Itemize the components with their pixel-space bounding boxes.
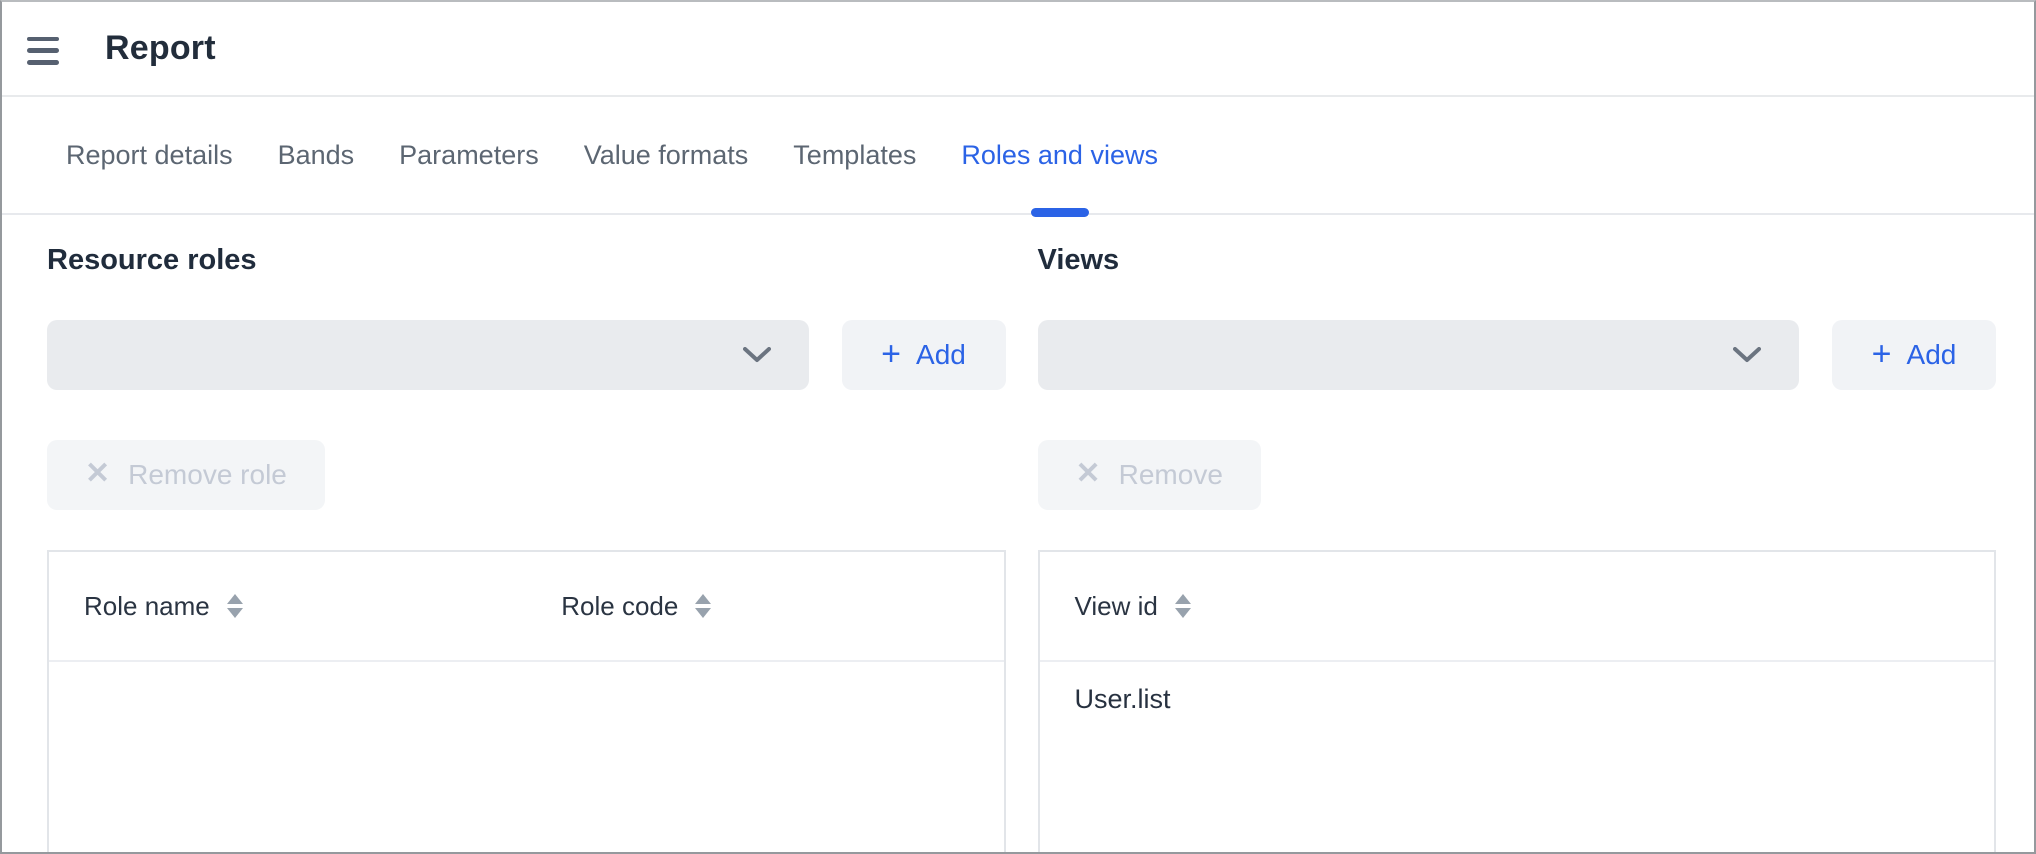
tab-bar: Report details Bands Parameters Value fo… xyxy=(2,97,2034,215)
views-title: Views xyxy=(1038,242,1997,278)
app-bar: Report xyxy=(2,2,2034,97)
resource-roles-title: Resource roles xyxy=(47,242,1006,278)
menu-icon[interactable] xyxy=(27,37,59,65)
view-remove-row: ✕ Remove xyxy=(1038,440,1997,510)
sort-icon[interactable] xyxy=(695,594,711,618)
view-combobox[interactable] xyxy=(1038,320,1800,390)
add-view-button[interactable]: + Add xyxy=(1832,320,1996,390)
tab-report-details[interactable]: Report details xyxy=(66,97,233,213)
sort-icon[interactable] xyxy=(1175,594,1191,618)
tab-bands[interactable]: Bands xyxy=(278,97,355,213)
role-remove-row: ✕ Remove role xyxy=(47,440,1006,510)
roles-table-header: Role name Role code xyxy=(49,552,1004,662)
page-title: Report xyxy=(105,29,216,68)
roles-and-views-panel: Resource roles + Add ✕ Remove role xyxy=(2,215,2034,854)
views-table-body: User.list xyxy=(1040,662,1995,736)
tab-value-formats[interactable]: Value formats xyxy=(584,97,749,213)
column-header-view-id[interactable]: View id xyxy=(1040,591,1995,622)
sort-icon[interactable] xyxy=(227,594,243,618)
resource-roles-section: Resource roles + Add ✕ Remove role xyxy=(47,242,1006,854)
remove-role-button[interactable]: ✕ Remove role xyxy=(47,440,325,510)
table-row[interactable]: User.list xyxy=(1040,662,1995,736)
add-role-button[interactable]: + Add xyxy=(842,320,1006,390)
plus-icon: + xyxy=(1872,337,1892,371)
role-combobox-input[interactable] xyxy=(47,320,809,390)
role-picker-row: + Add xyxy=(47,320,1006,390)
view-combobox-input[interactable] xyxy=(1038,320,1800,390)
column-header-role-name[interactable]: Role name xyxy=(49,591,526,622)
roles-table: Role name Role code xyxy=(47,550,1006,854)
tab-parameters[interactable]: Parameters xyxy=(399,97,539,213)
views-table: View id User.list xyxy=(1038,550,1997,854)
close-icon: ✕ xyxy=(1076,459,1101,489)
plus-icon: + xyxy=(881,337,901,371)
role-combobox[interactable] xyxy=(47,320,809,390)
tab-templates[interactable]: Templates xyxy=(793,97,916,213)
close-icon: ✕ xyxy=(85,459,110,489)
remove-view-button[interactable]: ✕ Remove xyxy=(1038,440,1261,510)
views-section: Views + Add ✕ Remove xyxy=(1038,242,1997,854)
tab-roles-and-views[interactable]: Roles and views xyxy=(961,97,1158,213)
views-table-header: View id xyxy=(1040,552,1995,662)
report-editor-window: Report Report details Bands Parameters V… xyxy=(0,0,2036,854)
column-header-role-code[interactable]: Role code xyxy=(526,591,1003,622)
view-picker-row: + Add xyxy=(1038,320,1997,390)
